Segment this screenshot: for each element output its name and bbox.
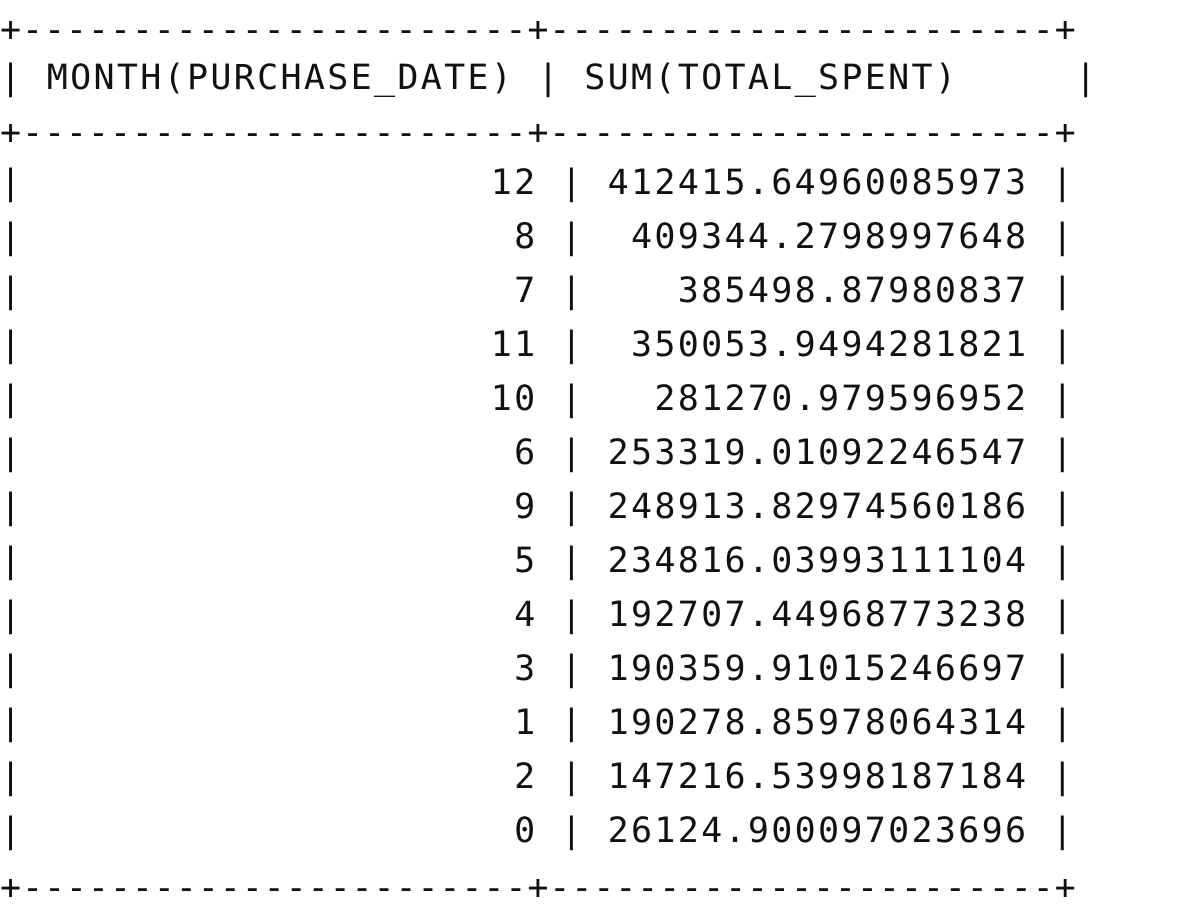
table-row: | 1 | 190278.85978064314 |: [0, 703, 1076, 743]
table-row: | 7 | 385498.87980837 |: [0, 271, 1076, 311]
table-row: | 11 | 350053.9494281821 |: [0, 325, 1076, 365]
table-row: | 6 | 253319.01092246547 |: [0, 433, 1076, 473]
table-row: | 3 | 190359.91015246697 |: [0, 649, 1076, 689]
query-result-output: +-----------------------+---------------…: [0, 0, 1180, 910]
table-row: | 0 | 26124.900097023696 |: [0, 811, 1076, 851]
table-body: | 12 | 412415.64960085973 | | 8 | 409344…: [0, 0, 1073, 851]
table-bottom-border: +-----------------------+---------------…: [0, 868, 1077, 908]
table-row: | 4 | 192707.44968773238 |: [0, 595, 1076, 635]
table-header-row: | MONTH(PURCHASE_DATE) | SUM(TOTAL_SPENT…: [0, 58, 1099, 98]
table-row: | 8 | 409344.2798997648 |: [0, 217, 1076, 257]
table-row: | 9 | 248913.82974560186 |: [0, 487, 1076, 527]
table-row: | 10 | 281270.979596952 |: [0, 379, 1076, 419]
table-row: | 12 | 412415.64960085973 |: [0, 163, 1076, 203]
table-row: | 2 | 147216.53998187184 |: [0, 757, 1076, 797]
table-row: | 5 | 234816.03993111104 |: [0, 541, 1076, 581]
